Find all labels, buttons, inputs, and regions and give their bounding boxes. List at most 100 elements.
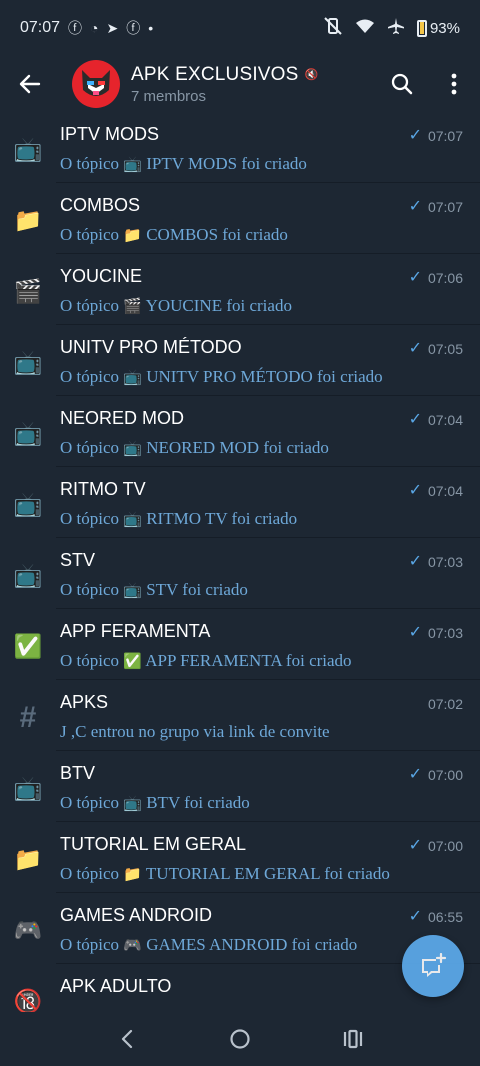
vibrate-icon [323, 17, 343, 39]
topic-time: 07:03 [427, 625, 463, 641]
compose-icon [422, 953, 447, 977]
facebook-icon: ⓕ [126, 20, 141, 36]
airplane-icon [387, 17, 405, 39]
read-check-icon: ✓ [408, 411, 422, 428]
message-text: BTV foi criado [146, 793, 250, 812]
read-check-icon: ✓ [408, 766, 422, 783]
nav-back-button[interactable] [97, 1012, 157, 1066]
dot-icon: • [148, 20, 154, 36]
group-avatar[interactable] [72, 60, 120, 108]
read-check-icon: ✓ [408, 127, 422, 144]
topic-icon: ✅ [13, 633, 43, 659]
topic-icon: 📺 [13, 562, 43, 588]
topic-name: RITMO TV [60, 479, 146, 499]
message-prefix: O tópico [60, 367, 120, 386]
topic-name: APP FERAMENTA [60, 621, 211, 641]
topic-icon: 📺 [13, 349, 43, 375]
topic-name: GAMES ANDROID [60, 905, 213, 925]
topic-last-message: O tópico 📺 BTV foi criado [60, 793, 250, 813]
topic-last-message: O tópico 📺 NEORED MOD foi criado [60, 438, 329, 458]
whatsapp-icon: ◔ [90, 20, 99, 36]
topic-row[interactable]: # APKS 07:02 J ,C entrou no grupo via link … [0, 680, 480, 751]
message-prefix: O tópico [60, 864, 120, 883]
chat-header: APK EXCLUSIVOS 🔇 7 membros [0, 56, 480, 112]
message-topic-icon: 🎮 [123, 936, 142, 954]
message-topic-icon: 📺 [123, 439, 142, 457]
topic-last-message: O tópico ✅ APP FERAMENTA foi criado [60, 651, 352, 671]
message-topic-icon: 📺 [123, 581, 142, 599]
message-topic-icon: 🎬 [123, 297, 142, 315]
message-prefix: O tópico [60, 935, 120, 954]
message-prefix: O tópico [60, 580, 120, 599]
topic-row[interactable]: 📺 NEORED MOD ✓ 07:04 O tópico 📺 NEORED MOD f… [0, 396, 480, 467]
topic-name: TUTORIAL EM GERAL [60, 834, 247, 854]
topic-row[interactable]: 📁 TUTORIAL EM GERAL ✓ 07:00 O tópico 📁 TUTOR… [0, 822, 480, 893]
topic-last-message: O tópico 📁 COMBOS foi criado [60, 225, 288, 245]
more-vertical-icon [451, 73, 457, 95]
topic-icon: 📺 [13, 775, 43, 801]
topic-icon: 🎮 [13, 917, 43, 943]
facebook-icon: ⓕ [68, 20, 83, 36]
read-check-icon: ✓ [408, 340, 422, 357]
topic-time: 07:07 [427, 128, 463, 144]
message-text: APP FERAMENTA foi criado [145, 651, 352, 670]
arrow-left-icon [19, 74, 41, 94]
topic-row[interactable]: ✅ APP FERAMENTA ✓ 07:03 O tópico ✅ APP FERAM… [0, 609, 480, 680]
topic-name: BTV [60, 763, 96, 783]
more-options-button[interactable] [428, 56, 480, 112]
topic-row[interactable]: 📺 STV ✓ 07:03 O tópico 📺 STV foi criado [0, 538, 480, 609]
topic-row[interactable]: 📺 RITMO TV ✓ 07:04 O tópico 📺 RITMO TV foi c… [0, 467, 480, 538]
nav-home-button[interactable] [210, 1012, 270, 1066]
new-topic-button[interactable] [402, 935, 464, 997]
notification-icons: ⓕ ◔ ➤ ⓕ • [68, 18, 153, 38]
topic-last-message: O tópico 📁 TUTORIAL EM GERAL foi criado [60, 864, 390, 884]
message-text: RITMO TV foi criado [146, 509, 298, 528]
topic-time: 07:02 [427, 696, 463, 712]
message-topic-icon: 📁 [123, 226, 142, 244]
topic-time: 07:05 [427, 341, 463, 357]
read-check-icon: ✓ [408, 482, 422, 499]
chevron-left-icon [121, 1029, 132, 1049]
message-text: NEORED MOD foi criado [146, 438, 329, 457]
topic-icon: 🎬 [13, 278, 43, 304]
read-check-icon: ✓ [408, 837, 422, 854]
message-prefix: O tópico [60, 651, 120, 670]
wifi-icon [355, 18, 375, 38]
topic-row[interactable]: 📺 IPTV MODS ✓ 07:07 O tópico 📺 IPTV MODS foi… [0, 112, 480, 183]
topic-name: UNITV PRO MÉTODO [60, 337, 242, 357]
chat-title: APK EXCLUSIVOS [131, 63, 299, 85]
topic-row[interactable]: 📺 UNITV PRO MÉTODO ✓ 07:05 O tópico 📺 UNITV … [0, 325, 480, 396]
topic-time: 07:03 [427, 554, 463, 570]
read-check-icon: ✓ [408, 624, 422, 641]
topic-icon: 📁 [13, 846, 43, 872]
back-button[interactable] [0, 56, 60, 112]
battery-indicator: 93% [416, 19, 460, 37]
topic-row[interactable]: 🎬 YOUCINE ✓ 07:06 O tópico 🎬 YOUCINE foi cri… [0, 254, 480, 325]
message-prefix: O tópico [60, 225, 120, 244]
read-check-icon: ✓ [408, 198, 422, 215]
muted-icon: 🔇 [304, 69, 319, 81]
chat-title-block[interactable]: APK EXCLUSIVOS 🔇 7 membros [131, 64, 318, 105]
topic-last-message: O tópico 📺 IPTV MODS foi criado [60, 154, 307, 174]
message-prefix: O tópico [60, 793, 120, 812]
topic-last-message: O tópico 📺 RITMO TV foi criado [60, 509, 297, 529]
message-prefix: O tópico [60, 509, 120, 528]
message-prefix: O tópico [60, 296, 120, 315]
topic-name: STV [60, 550, 96, 570]
topic-name: NEORED MOD [60, 408, 185, 428]
topic-last-message: O tópico 📺 STV foi criado [60, 580, 248, 600]
topic-icon: # [19, 700, 37, 734]
topic-row[interactable]: 📁 COMBOS ✓ 07:07 O tópico 📁 COMBOS foi criad… [0, 183, 480, 254]
topic-row[interactable]: 📺 BTV ✓ 07:00 O tópico 📺 BTV foi criado [0, 751, 480, 822]
nav-recents-button[interactable] [323, 1012, 383, 1066]
topic-last-message: J ,C entrou no grupo via link de convite [60, 722, 330, 742]
search-icon [391, 73, 413, 95]
topic-list[interactable]: 📺 IPTV MODS ✓ 07:07 O tópico 📺 IPTV MODS foi… [0, 112, 480, 1012]
message-topic-icon: ✅ [123, 652, 142, 670]
message-text: IPTV MODS foi criado [146, 154, 307, 173]
message-text: UNITV PRO MÉTODO foi criado [146, 367, 383, 386]
search-button[interactable] [376, 56, 428, 112]
topic-icon: 📺 [13, 136, 43, 162]
topic-last-message: O tópico 🎬 YOUCINE foi criado [60, 296, 292, 316]
read-check-icon: ✓ [408, 908, 422, 925]
